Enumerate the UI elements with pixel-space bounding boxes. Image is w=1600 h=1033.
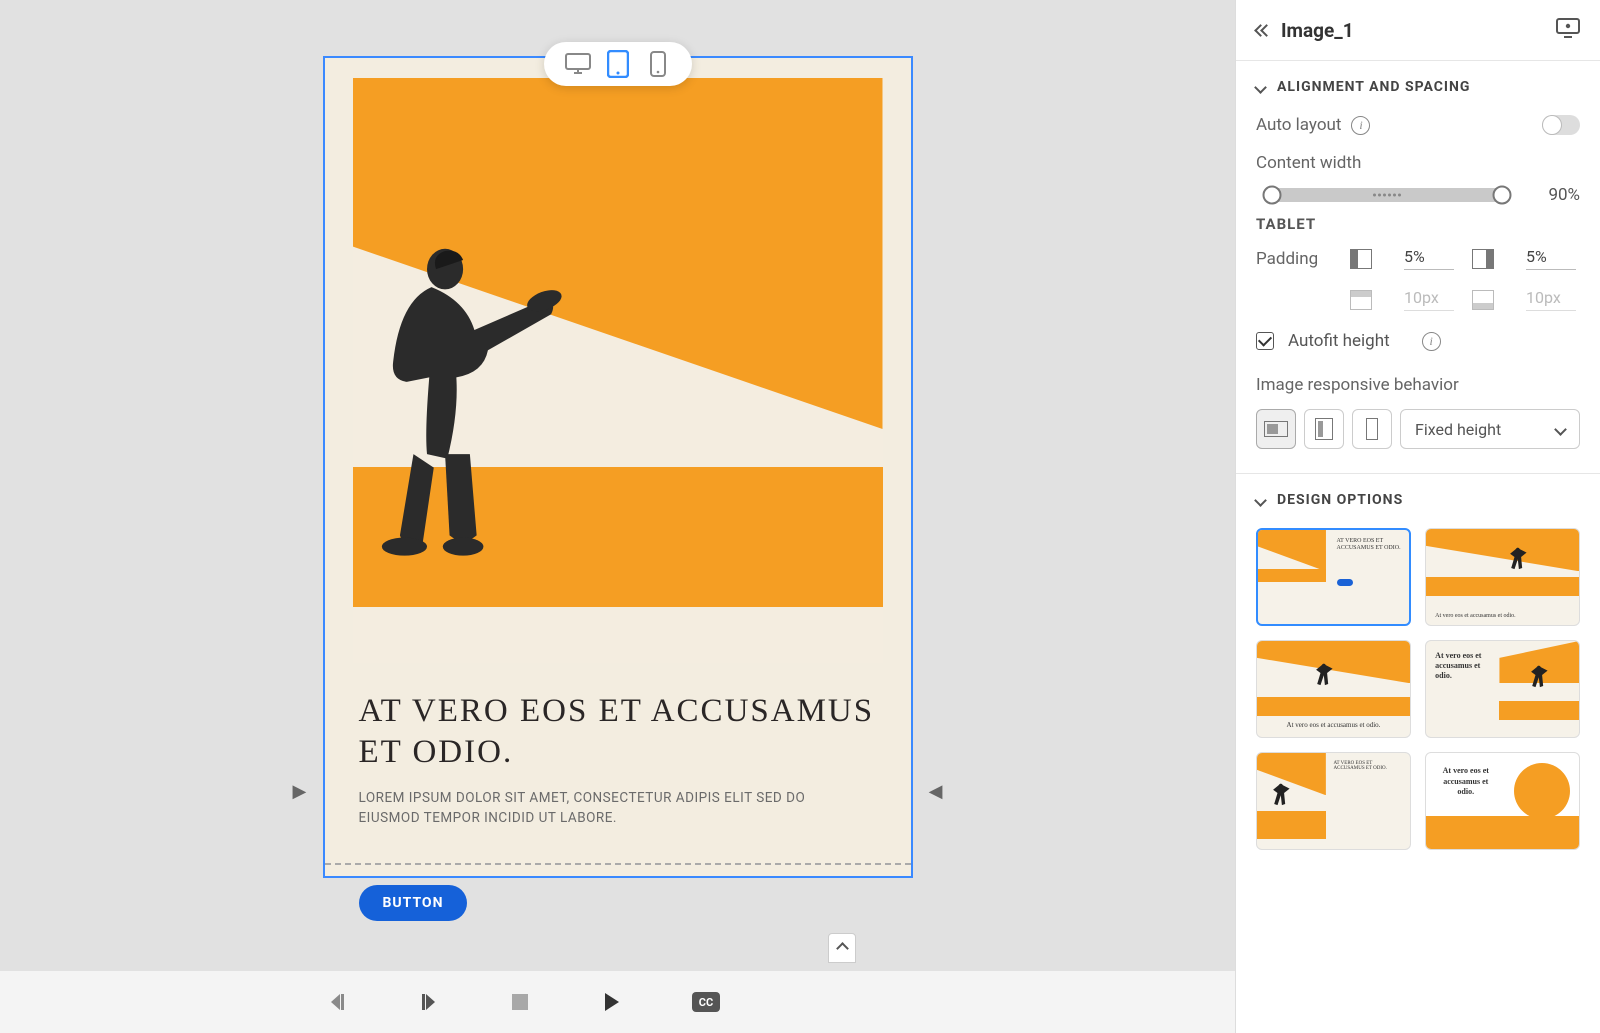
section-title: DESIGN OPTIONS <box>1277 492 1403 508</box>
chevron-up-icon <box>836 942 849 955</box>
design-options-section: DESIGN OPTIONS AT VERO EOS ET ACCUSAMUS … <box>1236 474 1600 874</box>
padding-left-input[interactable] <box>1404 247 1454 270</box>
cta-button[interactable]: BUTTON <box>359 885 468 921</box>
captions-button[interactable]: CC <box>692 992 720 1012</box>
autofit-height-label: Autofit height <box>1288 331 1390 351</box>
design-option-6[interactable]: At vero eos et accusamus et odio. <box>1425 752 1580 850</box>
padding-right-icon <box>1472 249 1494 269</box>
design-option-3[interactable]: At vero eos et accusamus et odio. <box>1256 640 1411 738</box>
stop-button[interactable] <box>510 992 530 1012</box>
stop-icon <box>510 992 530 1012</box>
design-option-1[interactable]: AT VERO EOS ET ACCUSAMUS ET ODIO. <box>1256 528 1411 626</box>
transport-bar: CC <box>0 971 1235 1033</box>
panel-collapse-button[interactable] <box>828 933 856 963</box>
design-option-2[interactable]: At vero eos et accusamus et odio. <box>1425 528 1580 626</box>
padding-label: Padding <box>1256 249 1336 269</box>
poster-figure <box>353 242 576 558</box>
design-option-5[interactable]: AT VERO EOS ET ACCUSAMUS ET ODIO. <box>1256 752 1411 850</box>
padding-top-input <box>1404 288 1454 311</box>
content-width-value: 90% <box>1534 185 1580 205</box>
alignment-spacing-header[interactable]: ALIGNMENT AND SPACING <box>1256 79 1580 95</box>
canvas-area: e <box>0 0 1235 1033</box>
step-forward-icon <box>418 991 440 1013</box>
padding-bottom-input <box>1526 288 1576 311</box>
collapse-panel-button[interactable] <box>1256 26 1271 35</box>
chevron-down-icon <box>1254 81 1267 94</box>
responsive-phone-button[interactable] <box>1352 409 1392 449</box>
padding-top-icon <box>1350 290 1372 310</box>
subheadline-text[interactable]: LOREM IPSUM DOLOR SIT AMET, CONSECTETUR … <box>359 788 829 830</box>
fold-handle-right[interactable]: ◀ <box>929 781 943 802</box>
responsive-mode-dropdown[interactable]: Fixed height <box>1400 409 1580 449</box>
responsive-desktop-button[interactable] <box>1256 409 1296 449</box>
fold-handle-left[interactable]: ▶ <box>293 781 307 802</box>
padding-right-input[interactable] <box>1526 247 1576 270</box>
step-back-icon <box>326 991 348 1013</box>
tablet-mini-icon <box>1315 418 1333 440</box>
device-tablet-button[interactable] <box>604 50 632 78</box>
section-title: ALIGNMENT AND SPACING <box>1277 79 1470 95</box>
padding-bottom-icon <box>1472 290 1494 310</box>
padding-left-icon <box>1350 249 1372 269</box>
content-width-label: Content width <box>1256 153 1580 173</box>
alignment-spacing-section: ALIGNMENT AND SPACING Auto layout i Cont… <box>1236 61 1600 474</box>
design-option-4[interactable]: At vero eos et accusamus et odio. <box>1425 640 1580 738</box>
info-icon[interactable]: i <box>1422 332 1441 351</box>
headline-text[interactable]: AT VERO EOS ET ACCUSAMUS ET ODIO. <box>359 691 877 774</box>
phone-mini-icon <box>1366 418 1378 440</box>
responsive-tablet-button[interactable] <box>1304 409 1344 449</box>
artboard[interactable]: AT VERO EOS ET ACCUSAMUS ET ODIO. LOREM … <box>323 56 913 878</box>
step-forward-button[interactable] <box>418 991 440 1013</box>
tablet-icon <box>607 50 629 78</box>
device-desktop-button[interactable] <box>564 50 592 78</box>
chevron-down-icon <box>1254 494 1267 507</box>
info-icon[interactable]: i <box>1351 116 1370 135</box>
view-options-button[interactable] <box>1556 18 1580 42</box>
responsive-mode-value: Fixed height <box>1415 420 1501 439</box>
play-icon <box>600 991 622 1013</box>
tablet-subhead: TABLET <box>1256 215 1580 233</box>
desktop-mini-icon <box>1264 421 1288 437</box>
poster-image[interactable] <box>353 78 883 663</box>
chevron-down-icon <box>1554 423 1567 436</box>
monitor-icon <box>1556 18 1580 38</box>
design-options-header[interactable]: DESIGN OPTIONS <box>1256 492 1580 508</box>
desktop-icon <box>565 53 591 75</box>
play-button[interactable] <box>600 991 622 1013</box>
phone-icon <box>650 51 666 77</box>
device-phone-button[interactable] <box>644 50 672 78</box>
auto-layout-label: Auto layout <box>1256 115 1341 135</box>
autofit-height-checkbox[interactable] <box>1256 332 1274 350</box>
device-toggle <box>544 42 692 86</box>
properties-panel: Image_1 ALIGNMENT AND SPACING Auto layou… <box>1235 0 1600 1033</box>
auto-layout-toggle[interactable] <box>1542 115 1580 135</box>
panel-title: Image_1 <box>1281 19 1354 42</box>
responsive-behavior-label: Image responsive behavior <box>1256 375 1580 395</box>
content-width-slider[interactable] <box>1256 185 1518 205</box>
svg-text:CC: CC <box>698 996 712 1009</box>
step-back-button[interactable] <box>326 991 348 1013</box>
cc-icon: CC <box>692 992 720 1012</box>
